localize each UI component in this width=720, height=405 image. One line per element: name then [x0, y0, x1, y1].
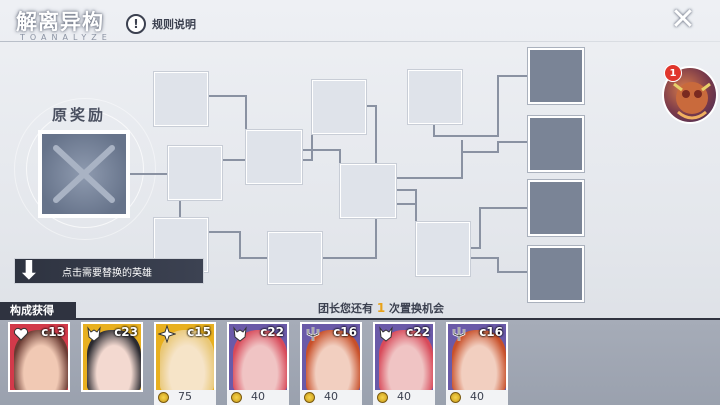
tree-slot[interactable] — [408, 70, 462, 124]
result-slot[interactable] — [528, 116, 584, 172]
price-bar: 40 — [446, 390, 508, 405]
hint-label: 点击需要替换的英雄 — [62, 268, 152, 279]
hero-cost: c23 — [114, 325, 138, 339]
hero-card[interactable]: c22 — [373, 322, 435, 392]
tree-slot[interactable] — [312, 80, 366, 134]
hero-card[interactable]: c13 — [8, 322, 70, 392]
hero-cost: c16 — [479, 325, 503, 339]
chances-count: 1 — [376, 301, 386, 315]
hero-card[interactable]: c16 — [300, 322, 362, 392]
result-slot[interactable] — [528, 180, 584, 236]
coin-icon — [450, 392, 461, 403]
tree-slot[interactable] — [268, 232, 322, 284]
hero-cost: c22 — [260, 325, 284, 339]
price-value: 40 — [470, 390, 484, 403]
hero-card[interactable]: c23 — [81, 322, 143, 392]
notification-badge: 1 — [664, 64, 682, 82]
hero-card[interactable]: c16 — [446, 322, 508, 392]
hero-card[interactable]: c15 — [154, 322, 216, 392]
hero-card[interactable]: c22 — [227, 322, 289, 392]
coin-icon — [377, 392, 388, 403]
down-arrow-icon: ⬇ — [18, 256, 40, 286]
demon-icon — [231, 325, 249, 343]
demon-icon — [85, 325, 103, 343]
burst-icon — [157, 324, 177, 344]
price-value: 40 — [251, 390, 265, 403]
tree-slot[interactable] — [168, 146, 222, 200]
tree-slot[interactable] — [416, 222, 470, 276]
tree-slot[interactable] — [340, 164, 396, 218]
price-value: 40 — [397, 390, 411, 403]
heart-icon — [12, 325, 30, 343]
price-bar: 40 — [373, 390, 435, 405]
chances-prefix: 团长您还有 — [318, 302, 373, 315]
result-slot[interactable] — [528, 48, 584, 104]
price-value: 75 — [178, 390, 192, 403]
coin-icon — [231, 392, 242, 403]
price-bar: 40 — [300, 390, 362, 405]
price-bar: 75 — [154, 390, 216, 405]
price-bar: 40 — [227, 390, 289, 405]
tree-slot[interactable] — [154, 72, 208, 126]
tree-slot[interactable] — [246, 130, 302, 184]
coin-icon — [158, 392, 169, 403]
chances-suffix: 次置换机会 — [389, 302, 445, 315]
coin-icon — [304, 392, 315, 403]
trident-icon — [450, 325, 468, 343]
hero-cost: c15 — [187, 325, 211, 339]
price-value: 40 — [324, 390, 338, 403]
result-slot[interactable] — [528, 246, 584, 302]
hero-cost: c16 — [333, 325, 357, 339]
trident-icon — [304, 325, 322, 343]
hero-cost: c22 — [406, 325, 430, 339]
demon-icon — [377, 325, 395, 343]
hero-cost: c13 — [41, 325, 65, 339]
chances-text: 团长您还有 1 次置换机会 — [318, 300, 444, 316]
